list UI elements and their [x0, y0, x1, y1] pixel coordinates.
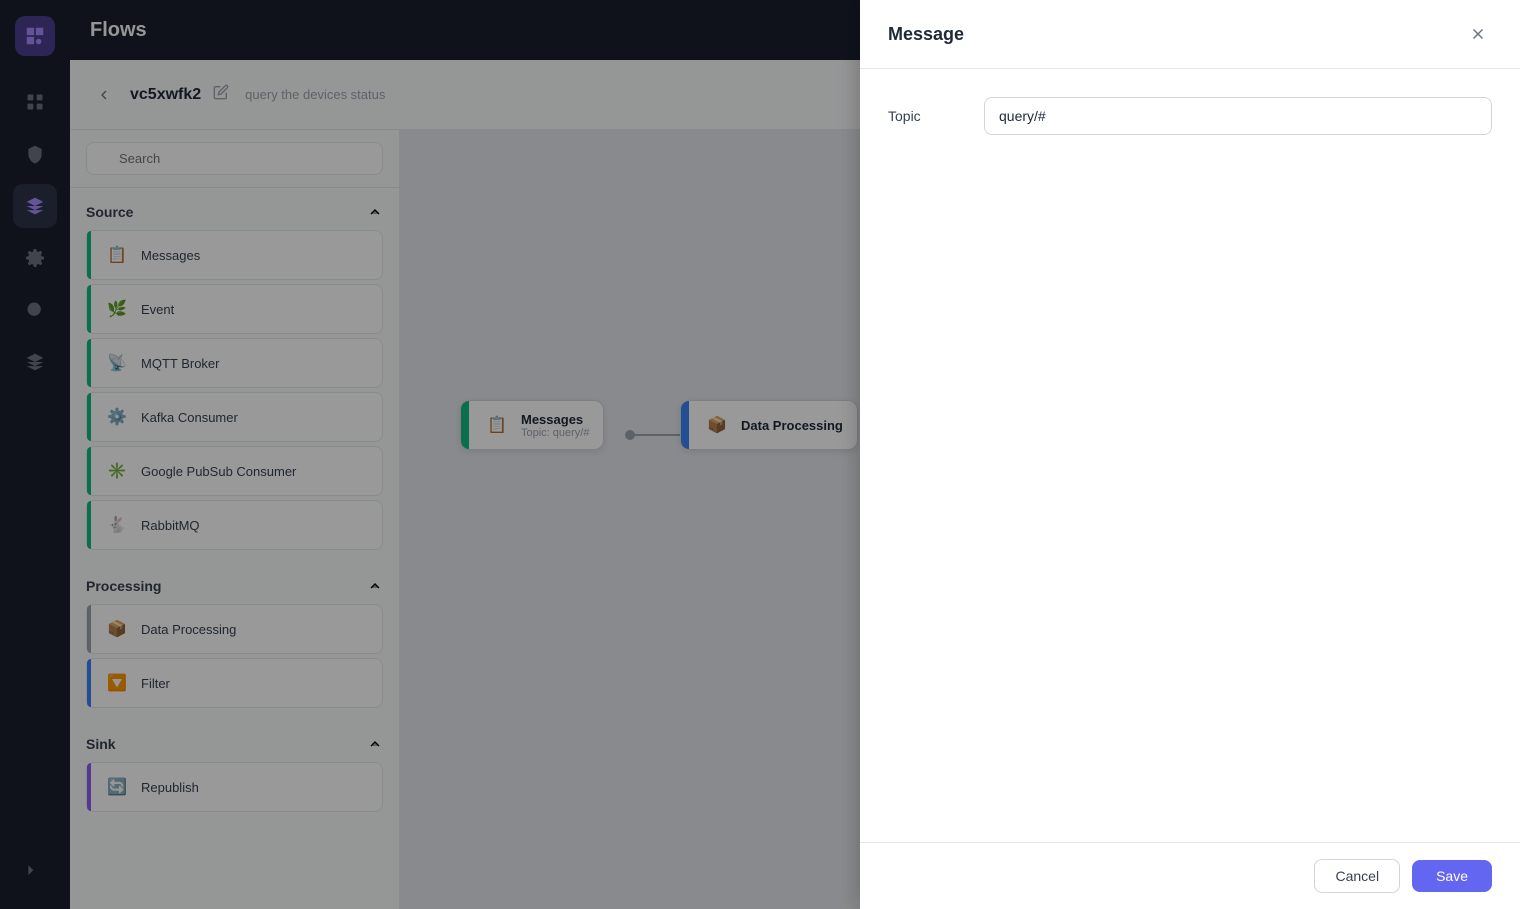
modal-close-button[interactable]	[1464, 20, 1492, 48]
topic-label: Topic	[888, 108, 968, 124]
modal-header: Message	[860, 0, 1520, 69]
topic-input[interactable]	[984, 97, 1492, 135]
save-button[interactable]: Save	[1412, 860, 1492, 892]
modal-panel: Message Topic Cancel Save	[860, 0, 1520, 909]
cancel-button[interactable]: Cancel	[1314, 859, 1400, 893]
modal-title: Message	[888, 24, 964, 45]
close-icon	[1469, 25, 1487, 43]
modal-footer: Cancel Save	[860, 842, 1520, 909]
topic-form-row: Topic	[888, 97, 1492, 135]
modal-body: Topic	[860, 69, 1520, 842]
